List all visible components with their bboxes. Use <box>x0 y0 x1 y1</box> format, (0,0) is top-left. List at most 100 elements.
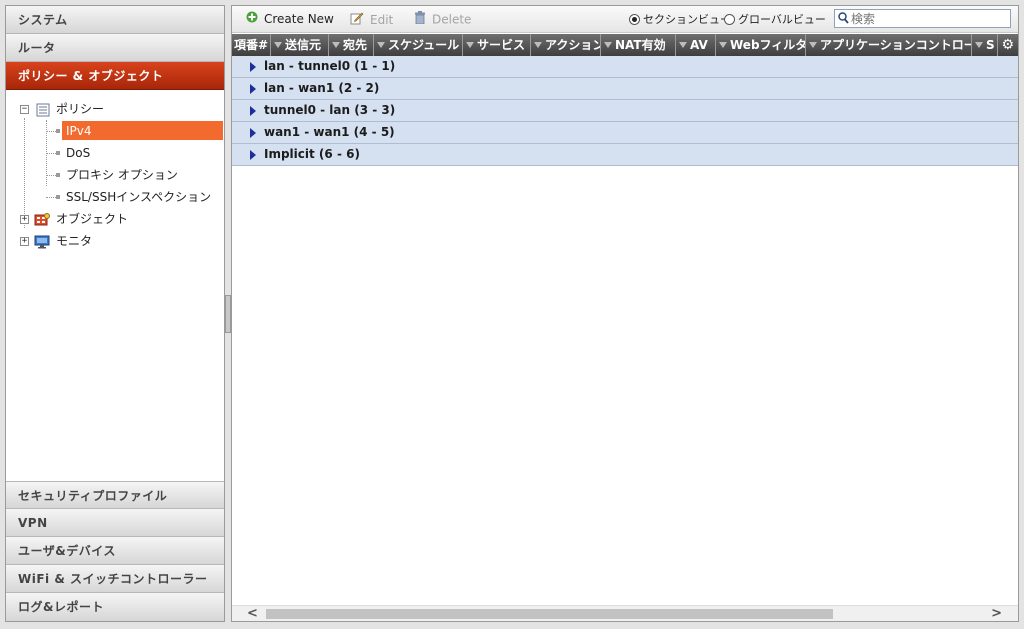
tree-item-ssl-ssh-inspection[interactable]: SSL/SSHインスペクション <box>6 186 224 208</box>
plus-circle-icon <box>246 11 258 28</box>
main-panel: Create New Edit Delete セクションビュー グローバルビュー <box>231 5 1019 622</box>
nav-tree: − ポリシー IPv4 DoS プロキシ オプション SSL/SSHインスペクシ… <box>6 90 224 478</box>
filter-icon[interactable] <box>274 42 282 48</box>
nav-section-policy-objects[interactable]: ポリシー & オブジェクト <box>6 62 224 90</box>
tree-item-label: IPv4 <box>66 124 92 138</box>
column-header-service[interactable]: サービス <box>463 34 531 56</box>
filter-icon[interactable] <box>466 42 474 48</box>
leaf-bullet-icon <box>56 195 60 199</box>
horizontal-scrollbar[interactable]: < > <box>232 605 1018 621</box>
leaf-bullet-icon <box>56 151 60 155</box>
global-view-radio[interactable]: グローバルビュー <box>724 11 826 28</box>
column-header-ssl[interactable]: S <box>972 34 998 56</box>
expand-arrow-icon[interactable] <box>250 84 256 94</box>
column-label: スケジュール <box>388 38 460 52</box>
section-label: tunnel0 - lan (3 - 3) <box>264 103 396 117</box>
create-new-button[interactable]: Create New <box>246 11 334 28</box>
section-view-radio[interactable]: セクションビュー <box>629 11 731 28</box>
delete-label: Delete <box>432 12 472 27</box>
gear-icon[interactable]: ⚙ <box>1001 37 1014 53</box>
column-header-destination[interactable]: 宛先 <box>329 34 374 56</box>
objects-icon <box>34 212 50 226</box>
section-view-label: セクションビュー <box>643 13 731 26</box>
tree-item-policy[interactable]: − ポリシー <box>6 98 224 120</box>
scrollbar-thumb[interactable] <box>266 609 833 619</box>
policy-section-row[interactable]: wan1 - wan1 (4 - 5) <box>232 122 1018 144</box>
expand-arrow-icon[interactable] <box>250 62 256 72</box>
column-label: 送信元 <box>285 38 322 52</box>
tree-connector <box>46 131 56 132</box>
search-input[interactable] <box>851 11 1006 26</box>
filter-icon[interactable] <box>604 42 612 48</box>
filter-icon[interactable] <box>809 42 817 48</box>
section-label: Implicit (6 - 6) <box>264 147 360 161</box>
tree-item-proxy-options[interactable]: プロキシ オプション <box>6 164 224 186</box>
filter-icon[interactable] <box>679 42 687 48</box>
tree-connector <box>46 175 56 176</box>
filter-icon[interactable] <box>534 42 542 48</box>
tree-item-label: オブジェクト <box>56 212 129 226</box>
policy-section-row[interactable]: lan - tunnel0 (1 - 1) <box>232 56 1018 78</box>
policy-section-row[interactable]: tunnel0 - lan (3 - 3) <box>232 100 1018 122</box>
nav-section-router[interactable]: ルータ <box>6 34 224 62</box>
expand-arrow-icon[interactable] <box>250 106 256 116</box>
tree-item-label: モニタ <box>56 234 93 248</box>
column-label: 項番# <box>234 38 269 52</box>
tree-item-monitor[interactable]: + モニタ <box>6 230 224 252</box>
search-icon <box>838 12 849 27</box>
app-window: システム ルータ ポリシー & オブジェクト − ポリシー IPv4 DoS プ… <box>0 0 1024 629</box>
column-label: AV <box>690 38 708 52</box>
tree-connector <box>46 153 56 154</box>
section-label: lan - tunnel0 (1 - 1) <box>264 59 396 73</box>
scroll-right-icon[interactable]: > <box>991 606 1002 621</box>
policy-section-row[interactable]: lan - wan1 (2 - 2) <box>232 78 1018 100</box>
filter-icon[interactable] <box>377 42 385 48</box>
expand-icon[interactable]: + <box>20 237 29 246</box>
column-header-action[interactable]: アクション <box>531 34 601 56</box>
filter-icon[interactable] <box>719 42 727 48</box>
nav-bottom-sections: セキュリティプロファイル VPN ユーザ&デバイス WiFi & スイッチコント… <box>6 481 224 621</box>
policy-section-list: lan - tunnel0 (1 - 1) lan - wan1 (2 - 2)… <box>232 56 1018 166</box>
filter-icon[interactable] <box>332 42 340 48</box>
radio-unselected-icon <box>724 14 735 25</box>
scroll-left-icon[interactable]: < <box>247 606 258 621</box>
tree-item-label: プロキシ オプション <box>66 168 178 182</box>
column-header-number[interactable]: 項番# <box>232 34 271 56</box>
edit-button[interactable]: Edit <box>350 11 393 28</box>
nav-section-log-report[interactable]: ログ&レポート <box>6 593 224 621</box>
nav-section-vpn[interactable]: VPN <box>6 509 224 537</box>
tree-item-dos[interactable]: DoS <box>6 142 224 164</box>
column-header-application-control[interactable]: アプリケーションコントロール <box>806 34 972 56</box>
leaf-bullet-icon <box>56 129 60 133</box>
column-header-row: 項番# 送信元 宛先 スケジュール サービス アクション NAT有効 AV We… <box>232 34 1018 56</box>
column-label: サービス <box>477 38 526 52</box>
column-header-nat[interactable]: NAT有効 <box>601 34 676 56</box>
nav-section-user-device[interactable]: ユーザ&デバイス <box>6 537 224 565</box>
nav-section-security-profiles[interactable]: セキュリティプロファイル <box>6 481 224 509</box>
tree-item-objects[interactable]: + オブジェクト <box>6 208 224 230</box>
edit-label: Edit <box>370 13 394 27</box>
delete-button[interactable]: Delete <box>414 11 471 28</box>
column-label: 宛先 <box>343 38 368 52</box>
column-header-web-filter[interactable]: Webフィルタ <box>716 34 806 56</box>
tree-item-label: DoS <box>66 146 91 160</box>
collapse-icon[interactable]: − <box>20 105 29 114</box>
policy-list-icon <box>36 102 50 117</box>
tree-item-label: ポリシー <box>56 102 105 116</box>
expand-arrow-icon[interactable] <box>250 128 256 138</box>
radio-selected-icon <box>629 14 640 25</box>
column-header-av[interactable]: AV <box>676 34 716 56</box>
column-header-source[interactable]: 送信元 <box>271 34 329 56</box>
leaf-bullet-icon <box>56 173 60 177</box>
policy-section-row[interactable]: Implicit (6 - 6) <box>232 144 1018 166</box>
nav-section-system[interactable]: システム <box>6 6 224 34</box>
expand-arrow-icon[interactable] <box>250 150 256 160</box>
tree-item-ipv4[interactable]: IPv4 <box>6 120 224 142</box>
expand-icon[interactable]: + <box>20 215 29 224</box>
search-box[interactable] <box>834 9 1011 28</box>
column-header-schedule[interactable]: スケジュール <box>374 34 463 56</box>
nav-section-wifi-switch-controller[interactable]: WiFi & スイッチコントローラー <box>6 565 224 593</box>
global-view-label: グローバルビュー <box>738 13 826 26</box>
tree-connector <box>46 197 56 198</box>
filter-icon[interactable] <box>975 42 983 48</box>
